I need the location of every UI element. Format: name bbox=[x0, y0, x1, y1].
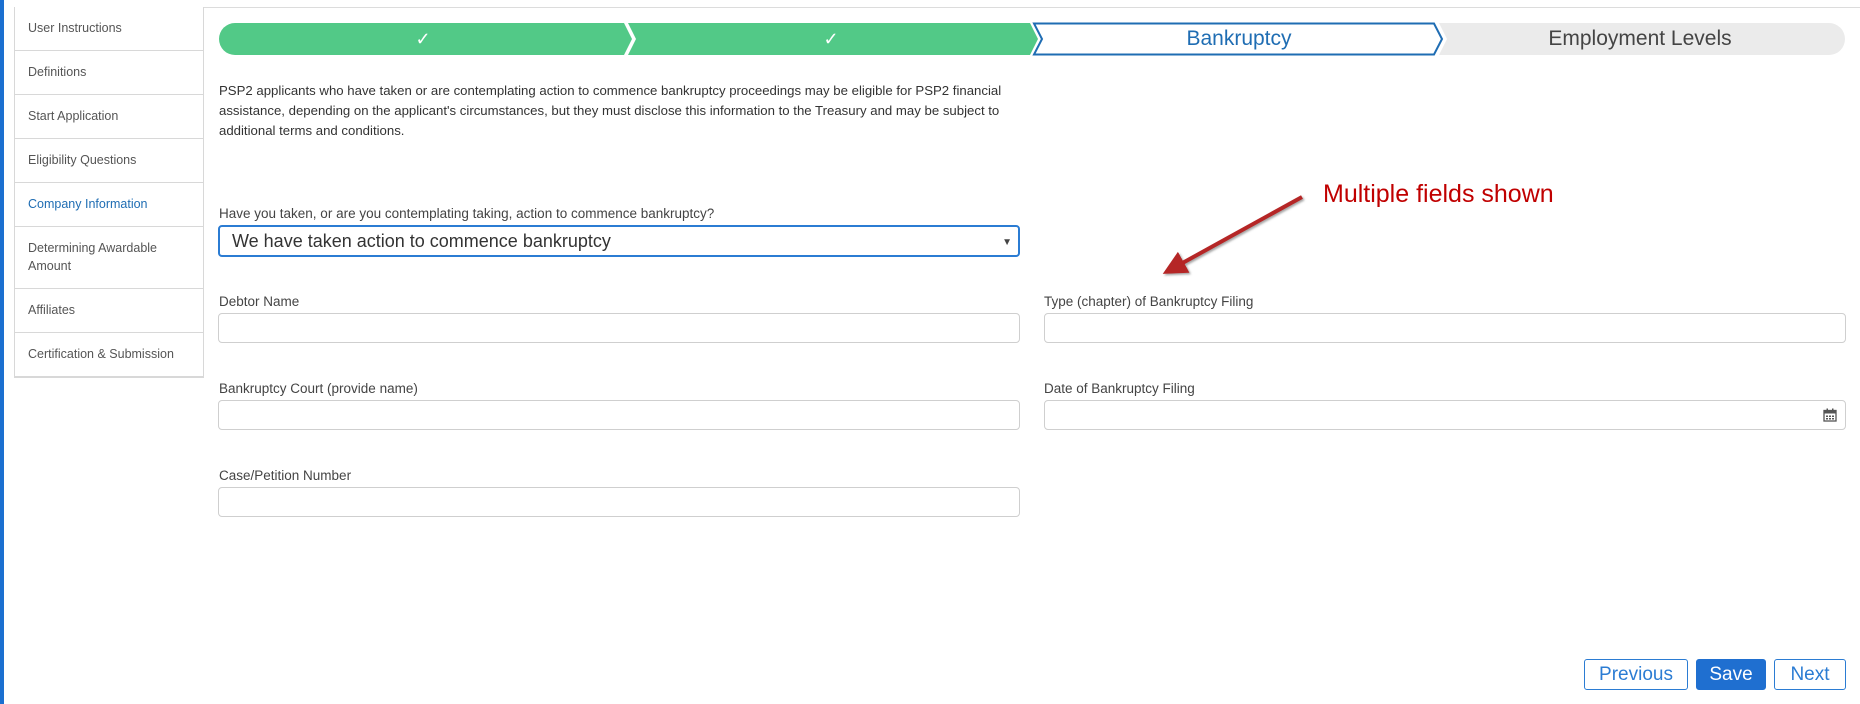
bankruptcy-question-label: Have you taken, or are you contemplating… bbox=[219, 206, 715, 221]
select-value: We have taken action to commence bankrup… bbox=[232, 230, 611, 251]
check-icon: ✓ bbox=[415, 28, 431, 49]
sidebar-item-determining-awardable-amount[interactable]: Determining Awardable Amount bbox=[15, 227, 203, 289]
step-label: Bankruptcy bbox=[1186, 27, 1292, 50]
debtor-name-label: Debtor Name bbox=[219, 294, 300, 309]
window-edge bbox=[0, 0, 4, 704]
progress-path: ✓ ✓ Bankruptcy Employment Levels bbox=[218, 22, 1846, 56]
bankruptcy-question-select[interactable]: We have taken action to commence bankrup… bbox=[218, 225, 1020, 257]
sidebar-item-label: Definitions bbox=[28, 64, 87, 79]
chapter-type-label: Type (chapter) of Bankruptcy Filing bbox=[1044, 294, 1254, 309]
sidebar-item-definitions[interactable]: Definitions bbox=[15, 51, 203, 95]
next-button[interactable]: Next bbox=[1774, 659, 1846, 690]
case-number-input[interactable] bbox=[218, 487, 1020, 517]
calendar-icon[interactable] bbox=[1823, 408, 1837, 422]
step-label: Employment Levels bbox=[1548, 27, 1732, 50]
chapter-type-input[interactable] bbox=[1044, 313, 1846, 343]
top-divider bbox=[14, 7, 1860, 8]
step-employment-levels[interactable]: Employment Levels bbox=[1444, 22, 1836, 56]
sidebar-item-label: Company Information bbox=[28, 196, 148, 211]
sidebar-item-label: Eligibility Questions bbox=[28, 152, 137, 167]
step-1-completed[interactable]: ✓ bbox=[218, 22, 628, 56]
sidebar-nav: User Instructions Definitions Start Appl… bbox=[14, 7, 204, 378]
debtor-name-input[interactable] bbox=[218, 313, 1020, 343]
sidebar-item-label: Certification & Submission bbox=[28, 346, 174, 361]
sidebar-item-company-information[interactable]: Company Information bbox=[15, 183, 203, 227]
filing-date-input[interactable] bbox=[1044, 400, 1846, 430]
court-label: Bankruptcy Court (provide name) bbox=[219, 381, 418, 396]
sidebar-item-label: Affiliates bbox=[28, 302, 76, 317]
court-input[interactable] bbox=[218, 400, 1020, 430]
previous-button[interactable]: Previous bbox=[1584, 659, 1688, 690]
check-icon: ✓ bbox=[823, 28, 839, 49]
annotation-text: Multiple fields shown bbox=[1323, 180, 1554, 208]
sidebar-item-label: User Instructions bbox=[28, 20, 122, 35]
sidebar-item-affiliates[interactable]: Affiliates bbox=[15, 289, 203, 333]
case-number-label: Case/Petition Number bbox=[219, 468, 352, 483]
sidebar-item-eligibility-questions[interactable]: Eligibility Questions bbox=[15, 139, 203, 183]
annotation-arrow-fields bbox=[1162, 195, 1303, 274]
sidebar-item-certification-submission[interactable]: Certification & Submission bbox=[15, 333, 203, 377]
sidebar-item-user-instructions[interactable]: User Instructions bbox=[15, 7, 203, 51]
save-button[interactable]: Save bbox=[1696, 659, 1766, 690]
step-bankruptcy[interactable]: Bankruptcy bbox=[1038, 22, 1440, 56]
sidebar-item-start-application[interactable]: Start Application bbox=[15, 95, 203, 139]
sidebar-item-label: Start Application bbox=[28, 108, 119, 123]
caret-down-icon: ▼ bbox=[1002, 237, 1012, 248]
filing-date-label: Date of Bankruptcy Filing bbox=[1044, 381, 1195, 396]
step-2-completed[interactable]: ✓ bbox=[628, 22, 1034, 56]
sidebar-item-label: Determining Awardable Amount bbox=[28, 241, 158, 273]
bankruptcy-description: PSP2 applicants who have taken or are co… bbox=[219, 83, 1002, 138]
